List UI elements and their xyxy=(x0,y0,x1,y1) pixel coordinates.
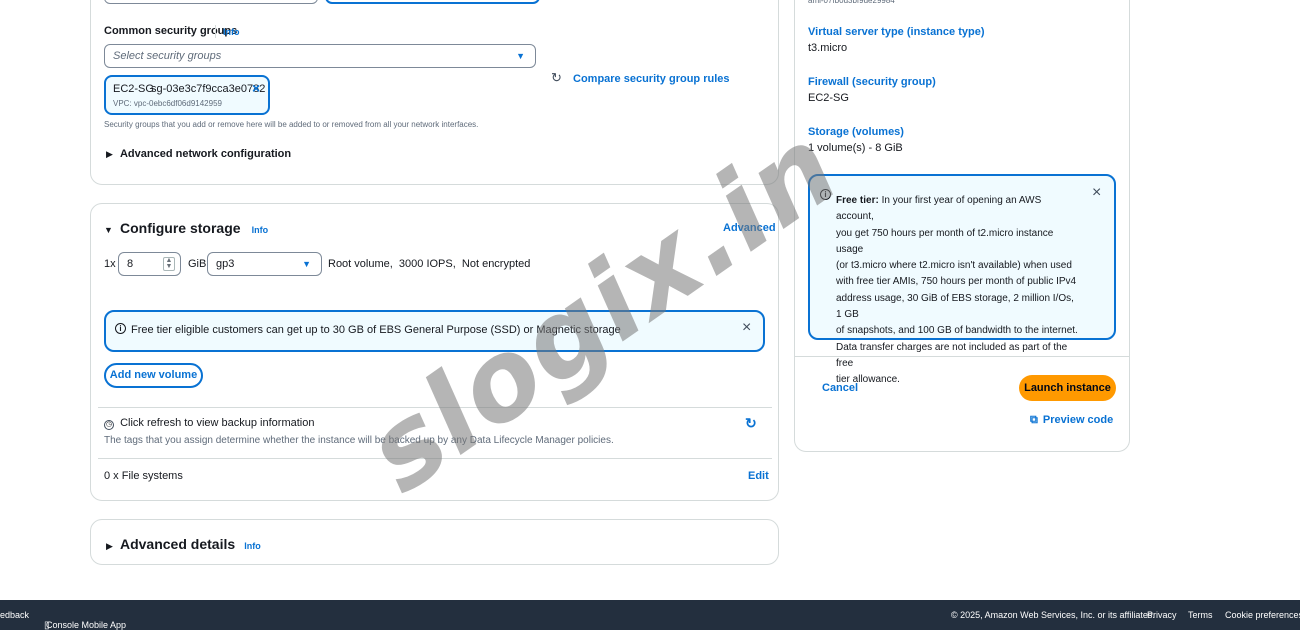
preview-icon: ⧉ xyxy=(1030,414,1038,426)
feedback-link[interactable]: edback xyxy=(0,610,29,620)
free-tier-bold: Free tier: xyxy=(836,195,879,206)
preview-code-label: Preview code xyxy=(1042,414,1114,426)
console-footer: edback ▯ Console Mobile App © 2025, Amaz… xyxy=(0,600,1300,630)
summary-divider xyxy=(795,356,1129,357)
preview-code-button[interactable]: ⧉ Preview code xyxy=(1030,414,1113,427)
file-systems-label: 0 x File systems xyxy=(104,470,183,482)
sg-label-separator xyxy=(215,25,216,38)
previous-field-remnant xyxy=(104,0,318,4)
stepper-icon[interactable]: ▲ ▼ xyxy=(163,257,175,271)
alert-text: Free tier eligible customers can get up … xyxy=(131,324,621,336)
clock-icon: ◷ xyxy=(104,420,114,430)
storage-free-tier-alert: i Free tier eligible customers can get u… xyxy=(104,310,765,352)
copyright-text: © 2025, Amazon Web Services, Inc. or its… xyxy=(951,610,1155,620)
previous-button-remnant[interactable] xyxy=(325,0,540,4)
sg-token-id: sg-03e3c7f9cca3e0782 xyxy=(151,83,266,95)
free-tier-line-4: address usage, 30 GiB of EBS storage, 2 … xyxy=(836,292,1074,321)
firewall-label[interactable]: Firewall (security group) xyxy=(808,76,936,88)
launch-instance-button[interactable]: Launch instance xyxy=(1019,375,1116,401)
backup-info: ◷ Click refresh to view backup informati… xyxy=(104,417,314,430)
backup-description: The tags that you assign determine wheth… xyxy=(104,435,614,446)
advanced-network-label: Advanced network configuration xyxy=(119,148,292,160)
storage-summary-label[interactable]: Storage (volumes) xyxy=(808,126,904,138)
sg-token-vpc: VPC: vpc-0ebc6df06d9142959 xyxy=(113,99,222,108)
free-tier-line-2: (or t3.micro where t2.micro isn't availa… xyxy=(836,260,1072,272)
sg-token: EC2-SG sg-03e3c7f9cca3e0782 VPC: vpc-0eb… xyxy=(104,75,270,115)
advanced-network-toggle[interactable]: ▶ Advanced network configuration xyxy=(106,148,291,160)
free-tier-line-0: Free tier: In your first year of opening… xyxy=(836,193,1080,226)
sg-placeholder: Select security groups xyxy=(113,50,222,62)
cookie-preferences-link[interactable]: Cookie preferences xyxy=(1225,610,1300,620)
storage-divider-2 xyxy=(98,458,772,459)
volume-type-value: gp3 xyxy=(216,258,235,270)
advanced-details-header[interactable]: ▶ Advanced details Info xyxy=(106,536,261,552)
volume-description: Root volume, 3000 IOPS, Not encrypted xyxy=(328,258,531,270)
close-icon[interactable]: × xyxy=(1092,184,1101,202)
configure-storage-panel xyxy=(90,203,779,501)
caret-right-icon: ▶ xyxy=(106,541,113,551)
storage-title: Configure storage xyxy=(119,220,241,236)
instance-type-label[interactable]: Virtual server type (instance type) xyxy=(808,26,984,38)
free-tier-line-1: you get 750 hours per month of t2.micro … xyxy=(836,227,1054,255)
storage-info-link[interactable]: Info xyxy=(252,225,269,235)
sg-info-link[interactable]: Info xyxy=(223,27,240,37)
caret-right-icon: ▶ xyxy=(106,149,113,159)
advanced-details-title: Advanced details xyxy=(119,536,236,552)
cancel-button[interactable]: Cancel xyxy=(822,382,858,394)
refresh-backup-icon[interactable]: ↻ xyxy=(745,415,757,432)
free-tier-line-3: with free tier AMIs, 750 hours per month… xyxy=(836,276,1077,288)
mobile-app-label: Console Mobile App xyxy=(46,620,127,630)
privacy-link[interactable]: Privacy xyxy=(1147,610,1177,620)
storage-header[interactable]: ▼ Configure storage Info xyxy=(104,220,268,236)
backup-title: Click refresh to view backup information xyxy=(120,417,315,429)
volume-size-input[interactable]: 8 ▲ ▼ xyxy=(118,252,181,276)
sg-token-name: EC2-SG xyxy=(113,83,154,95)
free-tier-line-5: of snapshots, and 100 GB of bandwidth to… xyxy=(836,325,1078,337)
volume-type-select[interactable]: gp3 ▼ xyxy=(207,252,322,276)
close-icon[interactable]: × xyxy=(742,319,751,337)
free-tier-alert: i Free tier: In your first year of openi… xyxy=(808,174,1116,385)
free-tier-text: Free tier: In your first year of opening… xyxy=(836,193,1080,389)
caret-down-icon: ▼ xyxy=(516,51,525,61)
firewall-value: EC2-SG xyxy=(808,92,849,104)
refresh-icon[interactable]: ↻ xyxy=(551,70,562,86)
add-new-volume-button[interactable]: Add new volume xyxy=(104,363,203,388)
security-groups-select[interactable]: Select security groups ▼ xyxy=(104,44,536,68)
instance-type-value: t3.micro xyxy=(808,42,848,54)
remove-token-icon[interactable]: × xyxy=(252,80,260,96)
storage-advanced-link[interactable]: Advanced xyxy=(723,222,776,234)
compare-sg-rules-link[interactable]: Compare security group rules xyxy=(573,73,730,85)
caret-down-icon: ▼ xyxy=(302,259,311,269)
caret-down-icon: ▼ xyxy=(104,225,113,235)
info-circle-icon: i xyxy=(820,189,831,200)
file-systems-edit-link[interactable]: Edit xyxy=(748,470,769,482)
ami-id-partial: ami-07fb0d3bf9de29984 xyxy=(808,0,895,5)
terms-link[interactable]: Terms xyxy=(1188,610,1213,620)
volume-multiplier: 1x xyxy=(104,258,116,270)
sg-help-text: Security groups that you add or remove h… xyxy=(104,120,479,129)
storage-summary-value: 1 volume(s) - 8 GiB xyxy=(808,142,903,154)
volume-size-unit: GiB xyxy=(188,258,207,270)
storage-divider-1 xyxy=(98,407,772,408)
volume-size-value: 8 xyxy=(127,258,134,270)
sg-label: Common security groups xyxy=(104,25,238,37)
advanced-details-info-link[interactable]: Info xyxy=(244,541,261,551)
info-circle-icon: i xyxy=(115,323,126,334)
